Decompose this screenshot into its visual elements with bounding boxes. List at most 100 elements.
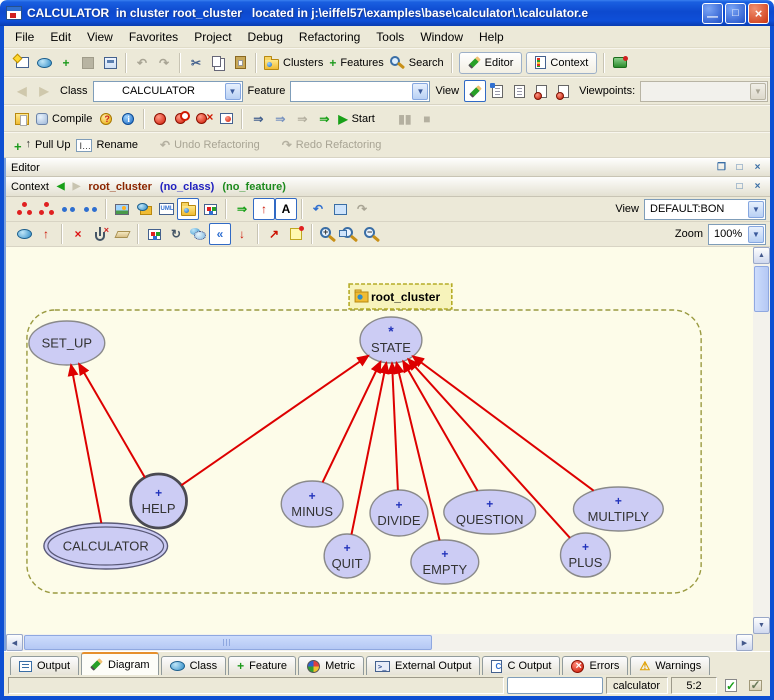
cluster-hierarchy-icon[interactable] <box>35 198 57 220</box>
tab-errors[interactable]: Errors <box>562 656 628 675</box>
diagram-zoom-combo[interactable]: 100% ▼ <box>708 224 766 245</box>
eraser-icon[interactable] <box>111 223 133 245</box>
menu-edit[interactable]: Edit <box>42 28 79 46</box>
class-node-empty[interactable]: +EMPTY <box>411 540 479 584</box>
vertical-scroll-thumb[interactable] <box>754 266 769 312</box>
menu-refactoring[interactable]: Refactoring <box>291 28 368 46</box>
inheritance-edge-calculator-set_up[interactable] <box>71 365 101 523</box>
step-over-icon[interactable]: ⇒ <box>269 108 291 130</box>
diagram-canvas[interactable]: root_clusterSET_UP*STATE+HELPCALCULATOR+… <box>6 247 753 634</box>
pull-up-button[interactable]: Pull Up <box>11 134 73 156</box>
menu-help[interactable]: Help <box>471 28 512 46</box>
add-label-icon[interactable]: A <box>275 198 297 220</box>
menu-view[interactable]: View <box>79 28 121 46</box>
sort-classes-icon[interactable]: ↓ <box>231 223 253 245</box>
new-feature-icon[interactable]: + <box>55 52 77 74</box>
rotate-icon[interactable]: ↻ <box>165 223 187 245</box>
cluster-tag[interactable]: root_cluster <box>349 284 452 309</box>
tab-class[interactable]: Class <box>161 656 227 675</box>
scroll-down-icon[interactable]: ▼ <box>753 617 770 634</box>
analysis-ok-icon[interactable] <box>744 675 766 697</box>
external-commands-icon[interactable] <box>609 52 631 74</box>
tab-metric[interactable]: Metric <box>298 656 364 675</box>
editor-maximize-icon[interactable]: □ <box>732 161 747 175</box>
context-maximize-icon[interactable]: □ <box>732 180 747 194</box>
zoom-out-icon[interactable] <box>361 223 383 245</box>
feature-combo[interactable]: ▼ <box>290 81 430 102</box>
zoom-fit-icon[interactable] <box>339 223 361 245</box>
tab-diagram[interactable]: Diagram <box>81 652 159 675</box>
class-node-help[interactable]: +HELP <box>131 474 187 528</box>
flat-view-button[interactable] <box>486 80 508 102</box>
maximize-button[interactable]: □ <box>725 3 746 24</box>
fill-colors-icon[interactable] <box>143 223 165 245</box>
menu-file[interactable]: File <box>7 28 42 46</box>
compile-ok-icon[interactable] <box>720 675 742 697</box>
new-window-icon[interactable] <box>11 52 33 74</box>
context-close-icon[interactable]: × <box>750 180 765 194</box>
straighten-links-icon[interactable]: ↗ <box>263 223 285 245</box>
add-client-link-icon[interactable]: ⇒ <box>231 198 253 220</box>
zoom-in-icon[interactable] <box>317 223 339 245</box>
class-node-calculator[interactable]: CALCULATOR <box>44 523 168 569</box>
step-into-icon[interactable]: ⇒ <box>247 108 269 130</box>
clusters-button[interactable]: Clusters <box>261 52 326 74</box>
export-png-icon[interactable] <box>111 198 133 220</box>
compile-query-icon[interactable] <box>95 108 117 130</box>
breakpoints-tool-icon[interactable] <box>215 108 237 130</box>
class-hierarchy-icon[interactable] <box>13 198 35 220</box>
add-inheritance-link-icon[interactable]: ↑ <box>253 198 275 220</box>
project-settings-icon[interactable] <box>11 108 33 130</box>
editor-close-icon[interactable]: × <box>750 161 765 175</box>
rename-button[interactable]: Rename <box>73 134 141 156</box>
inheritance-edge-minus-state[interactable] <box>323 362 381 483</box>
add-note-icon[interactable] <box>285 223 307 245</box>
inheritance-edge-divide-state[interactable] <box>392 363 398 490</box>
context-cluster-link[interactable]: root_cluster <box>88 181 152 193</box>
cluster-view-toggle[interactable] <box>177 198 199 220</box>
remove-breakpoints-icon[interactable] <box>193 108 215 130</box>
diagram-zoom-combo-arrow-icon[interactable]: ▼ <box>748 226 764 243</box>
class-node-question[interactable]: +QUESTION <box>444 490 536 534</box>
menu-tools[interactable]: Tools <box>368 28 412 46</box>
start-button[interactable]: ▶Start <box>335 108 377 130</box>
diagram-history-icon[interactable] <box>329 198 351 220</box>
context-toggle-button[interactable]: Context <box>526 52 597 74</box>
uml-view-icon[interactable] <box>155 198 177 220</box>
editor-restore-icon[interactable]: ❐ <box>714 161 729 175</box>
scroll-up-icon[interactable]: ▲ <box>753 247 770 264</box>
context-back-icon[interactable]: ◀ <box>57 181 65 192</box>
minimize-button[interactable]: — <box>702 3 723 24</box>
melt-button[interactable]: Compile <box>33 108 95 130</box>
inheritance-edge-help-state[interactable] <box>181 356 368 486</box>
search-button[interactable]: Search <box>387 52 447 74</box>
context-class-link[interactable]: (no_class) <box>160 181 214 193</box>
menu-debug[interactable]: Debug <box>240 28 291 46</box>
clickable-view-button[interactable] <box>508 80 530 102</box>
class-node-multiply[interactable]: +MULTIPLY <box>573 487 663 531</box>
enable-breakpoints-icon[interactable] <box>149 108 171 130</box>
close-button[interactable]: × <box>748 3 769 24</box>
menu-window[interactable]: Window <box>412 28 471 46</box>
status-input[interactable] <box>507 677 603 694</box>
editor-pane-header[interactable]: Editor ❐ □ × <box>6 158 770 177</box>
editor-view-button[interactable] <box>464 80 486 102</box>
client-links-icon[interactable] <box>79 198 101 220</box>
horizontal-scroll-thumb[interactable] <box>24 635 432 650</box>
vertical-scrollbar[interactable]: ▲ ▼ <box>753 247 770 634</box>
inheritance-edge-question-state[interactable] <box>403 361 477 491</box>
class-combo-arrow-icon[interactable]: ▼ <box>225 83 241 100</box>
class-node-quit[interactable]: +QUIT <box>324 534 370 578</box>
delete-icon[interactable]: × <box>67 223 89 245</box>
vertical-scroll-track[interactable] <box>753 264 770 617</box>
contract-view-button[interactable] <box>530 80 552 102</box>
diagram-view-combo[interactable]: DEFAULT:BON ▼ <box>644 199 766 220</box>
horizontal-scroll-track[interactable] <box>23 634 736 651</box>
tab-warnings[interactable]: ⚠Warnings <box>630 656 710 675</box>
save-all-icon[interactable] <box>99 52 121 74</box>
supplier-links-icon[interactable] <box>57 198 79 220</box>
class-combo[interactable]: CALCULATOR ▼ <box>93 81 243 102</box>
menu-project[interactable]: Project <box>186 28 239 46</box>
disable-breakpoints-icon[interactable] <box>171 108 193 130</box>
new-class-tool-icon[interactable] <box>13 223 35 245</box>
